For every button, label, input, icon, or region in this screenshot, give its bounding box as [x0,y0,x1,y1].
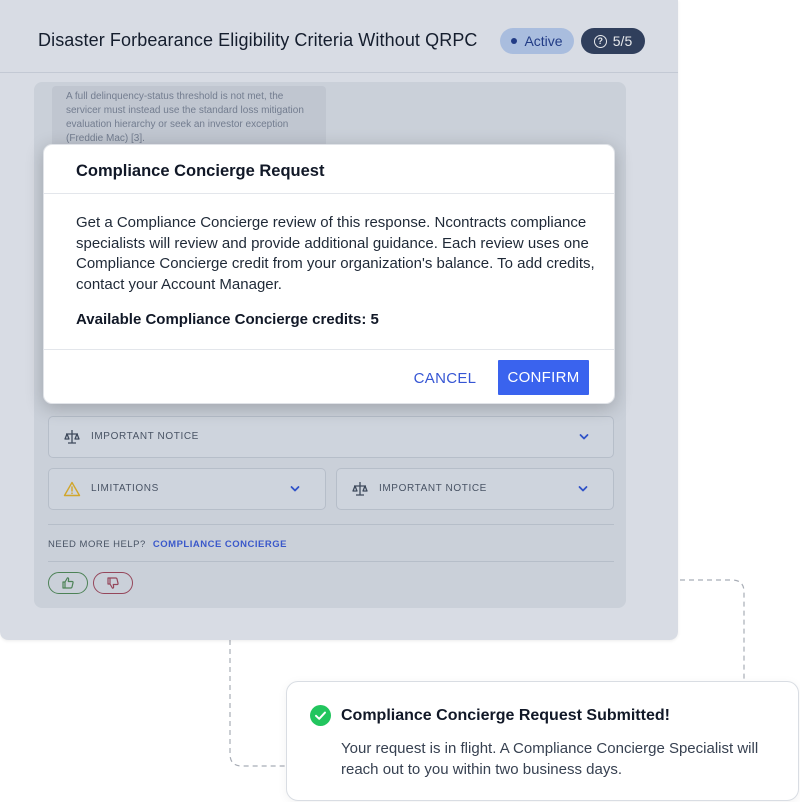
modal-title: Compliance Concierge Request [76,162,325,180]
toast-body-text: Your request is in flight. A Compliance … [341,740,759,778]
check-circle-icon [310,705,331,726]
confirm-button[interactable]: CONFIRM [498,360,589,395]
compliance-concierge-modal: Compliance Concierge Request Get a Compl… [43,144,615,404]
cancel-button[interactable]: CANCEL [402,361,488,395]
divider [44,193,614,194]
request-submitted-toast: Compliance Concierge Request Submitted! … [286,681,799,801]
modal-body-text: Get a Compliance Concierge review of thi… [76,214,595,293]
toast-title: Compliance Concierge Request Submitted! [341,707,670,724]
divider [44,349,614,350]
available-credits: Available Compliance Concierge credits: … [76,311,379,328]
